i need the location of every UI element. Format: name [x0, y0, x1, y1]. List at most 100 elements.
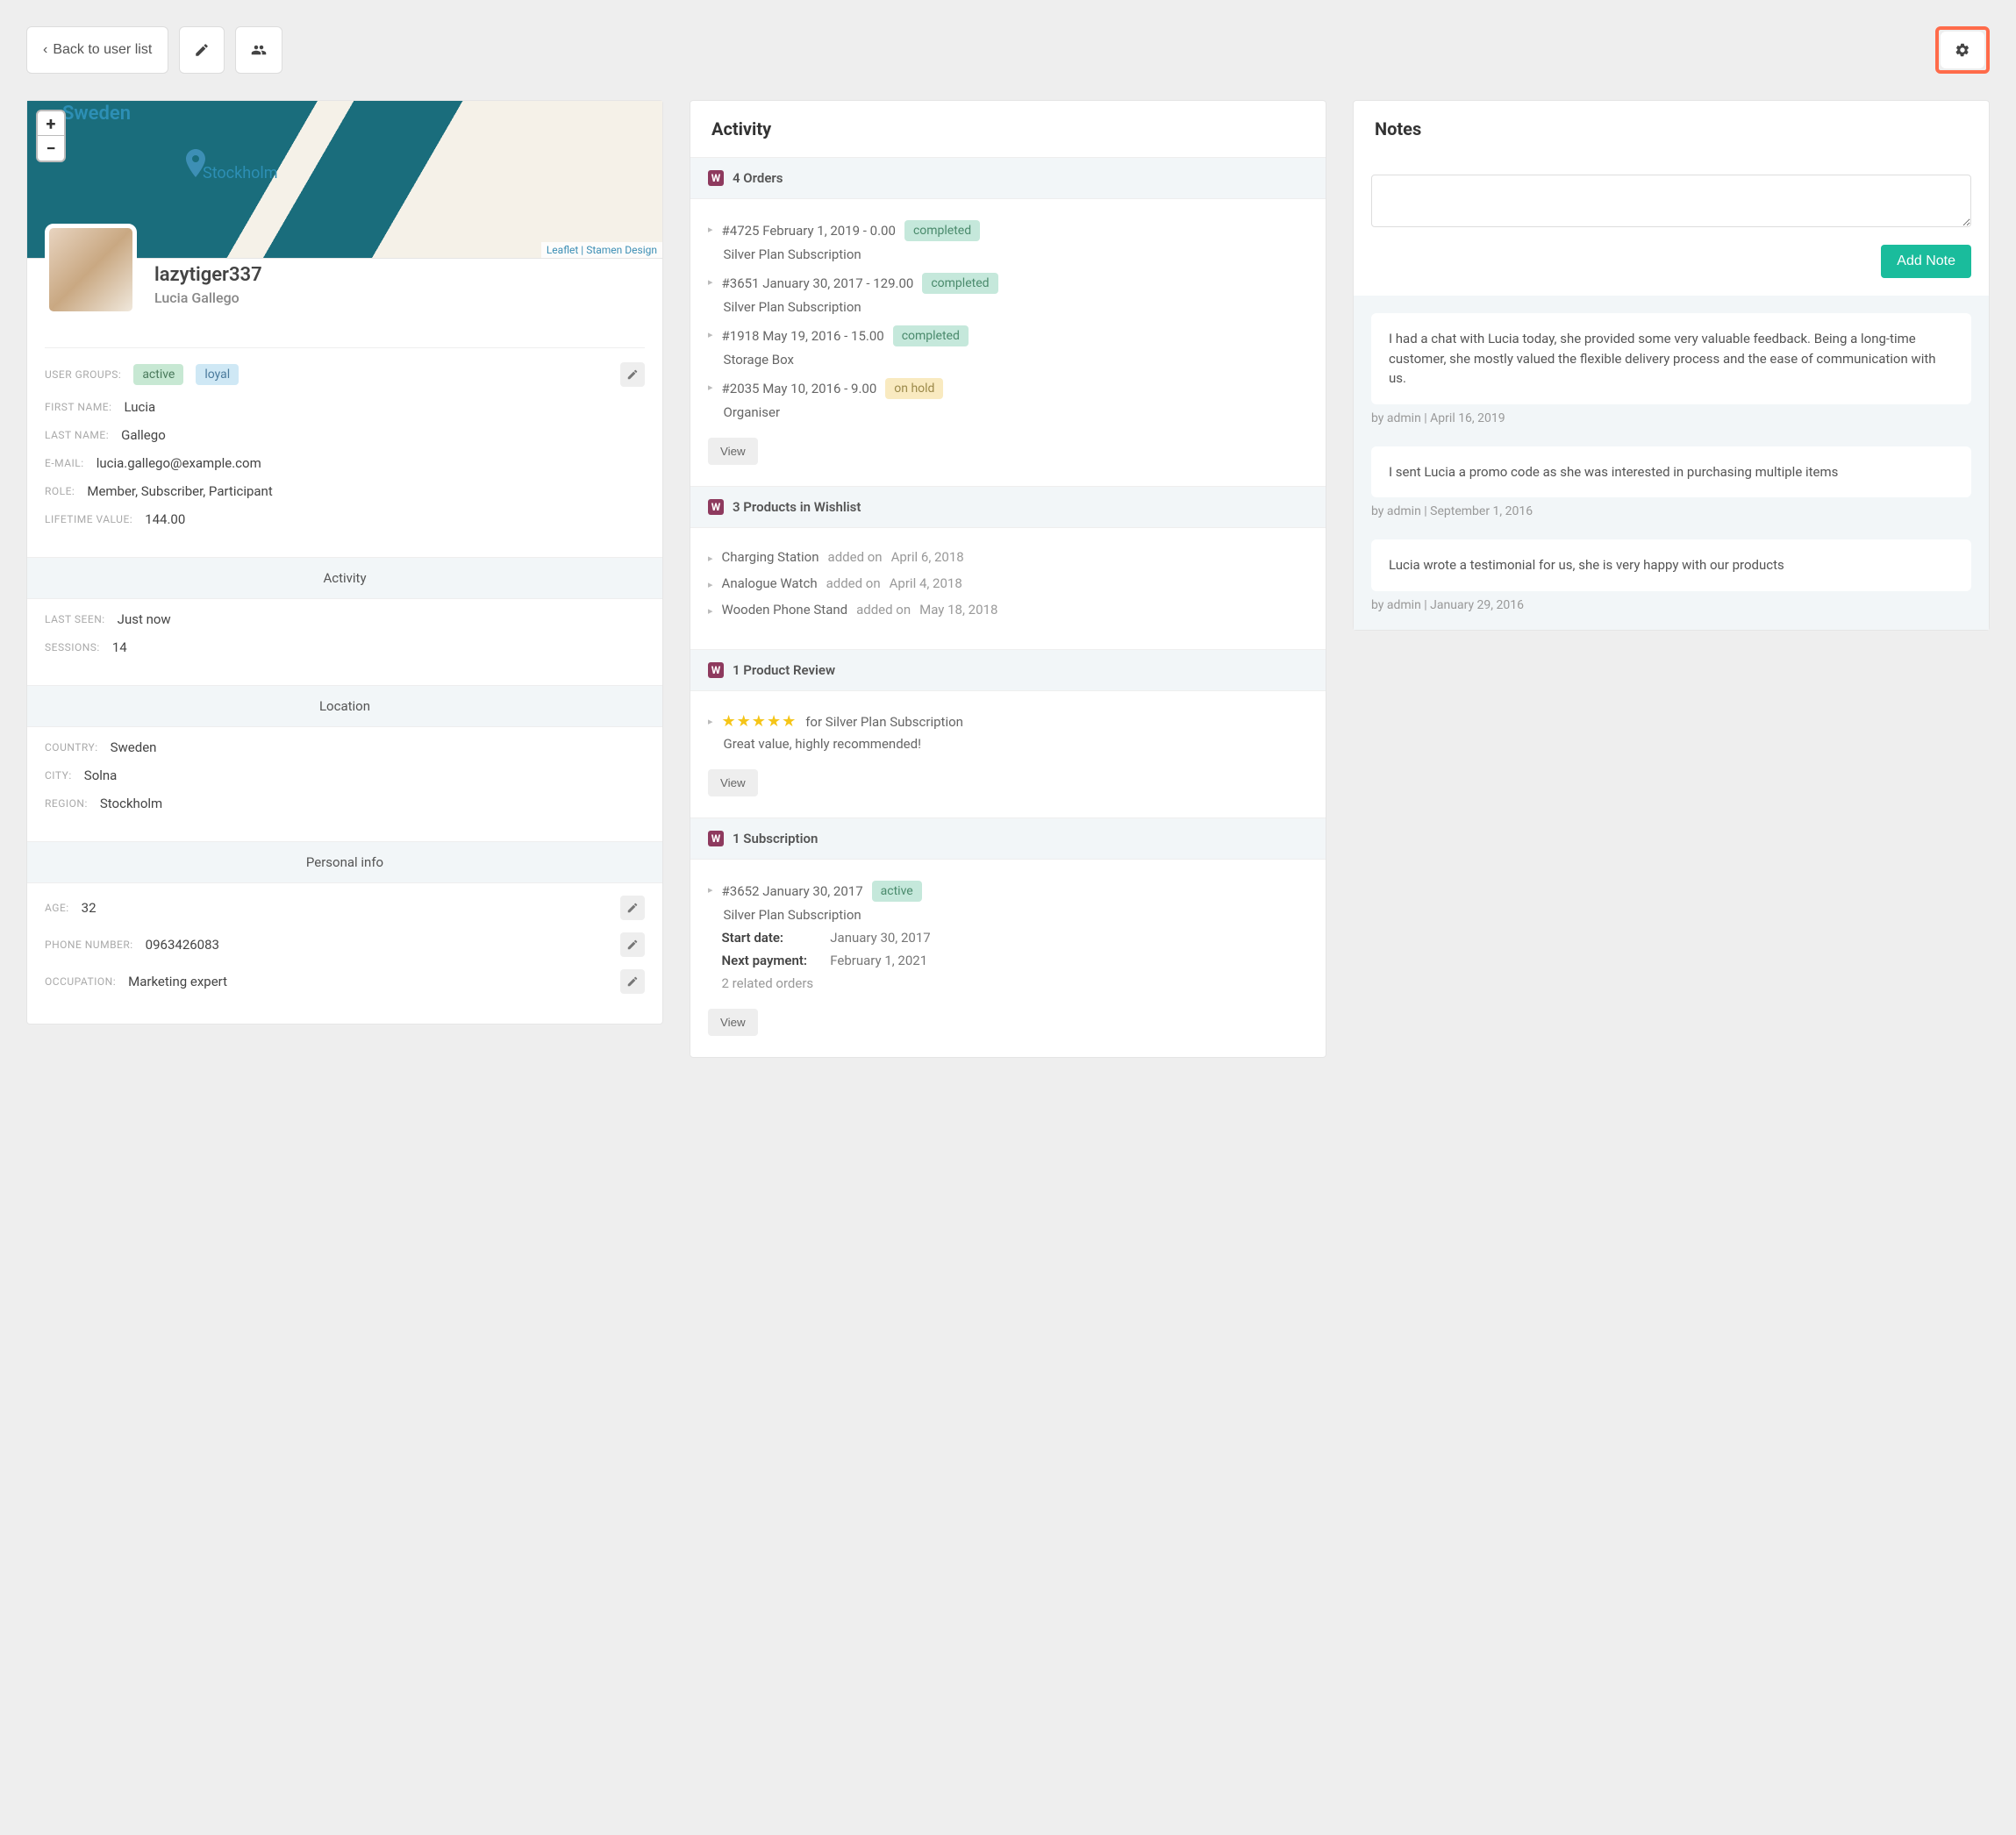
map-zoom-in[interactable]: +	[38, 111, 64, 136]
map-zoom-out[interactable]: −	[38, 136, 64, 161]
orders-header-text: 4 Orders	[733, 170, 783, 186]
view-subscriptions-button[interactable]: View	[708, 1009, 758, 1036]
age-label: AGE:	[45, 902, 69, 914]
avatar	[45, 224, 137, 316]
order-line: #1918 May 19, 2016 - 15.00	[722, 328, 884, 344]
order-status-badge: completed	[904, 220, 980, 241]
add-note-button[interactable]: Add Note	[1881, 245, 1971, 278]
wishlist-date: May 18, 2018	[919, 602, 997, 618]
pencil-icon	[626, 939, 639, 951]
wishlist-date: April 6, 2018	[891, 549, 964, 565]
subscription-status: active	[872, 881, 922, 902]
last-seen-value: Just now	[118, 611, 171, 627]
wishlist-item: ▸ Wooden Phone Stand added on May 18, 201…	[708, 602, 1308, 618]
order-item: ▸#1918 May 19, 2016 - 15.00completedStor…	[708, 325, 1308, 368]
top-bar: ‹ Back to user list	[26, 26, 1990, 74]
profile-card: Sweden + − Stockholm Leaflet | Stamen De…	[26, 100, 663, 1025]
caret-icon: ▸	[708, 276, 713, 288]
subscription-list: ▸ #3652 January 30, 2017 active Silver P…	[690, 860, 1326, 1057]
edit-groups-icon[interactable]	[620, 362, 645, 387]
full-name: Lucia Gallego	[154, 289, 262, 306]
order-desc: Storage Box	[722, 352, 1308, 368]
last-name-label: LAST NAME:	[45, 429, 109, 441]
review-list: ▸ ★★★★★ for Silver Plan Subscription Gre…	[690, 691, 1326, 818]
personal-header: Personal info	[27, 841, 662, 883]
caret-icon: ▸	[708, 716, 713, 727]
map-city-label: Stockholm	[203, 164, 278, 182]
last-name-value: Gallego	[121, 427, 166, 443]
wishlist-list: ▸Charging Station added on April 6, 2018…	[690, 528, 1326, 649]
edit-age-icon[interactable]	[620, 896, 645, 920]
note-item: Lucia wrote a testimonial for us, she is…	[1371, 539, 1971, 591]
city-label: CITY:	[45, 769, 72, 782]
phone-label: PHONE NUMBER:	[45, 939, 133, 951]
occupation-label: OCCUPATION:	[45, 975, 116, 988]
location-header: Location	[27, 685, 662, 727]
star-rating: ★★★★★	[722, 712, 797, 731]
subscription-line: #3652 January 30, 2017	[722, 883, 863, 899]
order-status-badge: completed	[922, 273, 997, 294]
region-label: REGION:	[45, 797, 88, 810]
woo-icon: W	[708, 831, 724, 846]
order-desc: Silver Plan Subscription	[722, 299, 1308, 315]
notes-card: Notes Add Note I had a chat with Lucia t…	[1353, 100, 1990, 631]
caret-icon: ▸	[708, 605, 713, 617]
ltv-value: 144.00	[145, 511, 185, 527]
order-line: #3651 January 30, 2017 - 129.00	[722, 275, 914, 291]
phone-value: 0963426083	[146, 937, 219, 953]
sessions-value: 14	[112, 639, 127, 655]
note-meta: by admin | January 29, 2016	[1371, 598, 1971, 612]
wishlist-item: ▸Charging Station added on April 6, 2018	[708, 549, 1308, 565]
wishlist-item: ▸Analogue Watch added on April 4, 2018	[708, 575, 1308, 591]
review-item: ▸ ★★★★★ for Silver Plan Subscription Gre…	[708, 712, 1308, 752]
review-for-text: for Silver Plan Subscription	[805, 714, 963, 730]
wishlist-product: Charging Station	[722, 549, 819, 565]
order-item: ▸ #3651 January 30, 2017 - 129.00 complete…	[708, 273, 1308, 315]
wishlist-date: April 4, 2018	[890, 575, 962, 591]
role-value: Member, Subscriber, Participant	[87, 483, 272, 499]
first-name-label: FIRST NAME:	[45, 401, 112, 413]
back-button[interactable]: ‹ Back to user list	[26, 26, 168, 74]
order-desc: Organiser	[722, 404, 1308, 420]
users-icon	[250, 42, 268, 58]
pencil-icon	[626, 368, 639, 381]
review-header-text: 1 Product Review	[733, 662, 835, 678]
edit-occupation-icon[interactable]	[620, 969, 645, 994]
related-orders: 2 related orders	[722, 975, 1308, 991]
back-label: Back to user list	[53, 42, 152, 58]
caret-icon: ▸	[708, 382, 713, 393]
users-button[interactable]	[235, 26, 282, 74]
caret-icon: ▸	[708, 329, 713, 340]
wishlist-added-text: added on	[826, 575, 881, 591]
wishlist-product: Wooden Phone Stand	[722, 602, 848, 618]
city-value: Solna	[84, 768, 118, 783]
age-value: 32	[82, 900, 97, 916]
order-item: ▸#4725 February 1, 2019 - 0.00completedS…	[708, 220, 1308, 262]
next-payment-label: Next payment:	[722, 953, 827, 968]
wishlist-added-text: added on	[828, 549, 883, 565]
edit-phone-icon[interactable]	[620, 932, 645, 957]
subscription-item: ▸ #3652 January 30, 2017 active Silver P…	[708, 881, 1308, 991]
order-status-badge: on hold	[885, 378, 943, 399]
next-payment-value: February 1, 2021	[830, 953, 927, 968]
review-section-header: W 1 Product Review	[690, 649, 1326, 691]
chevron-left-icon: ‹	[43, 42, 47, 58]
order-item: ▸#2035 May 10, 2016 - 9.00on holdOrganis…	[708, 378, 1308, 420]
note-meta: by admin | September 1, 2016	[1371, 504, 1971, 518]
view-orders-button[interactable]: View	[708, 438, 758, 465]
map-country-label: Sweden	[62, 103, 131, 125]
edit-button[interactable]	[179, 26, 225, 74]
view-reviews-button[interactable]: View	[708, 769, 758, 796]
country-label: COUNTRY:	[45, 741, 98, 753]
caret-icon: ▸	[708, 224, 713, 235]
wishlist-added-text: added on	[856, 602, 911, 618]
last-seen-label: LAST SEEN:	[45, 613, 105, 625]
group-active-badge: active	[133, 364, 183, 385]
group-loyal-badge: loyal	[196, 364, 239, 385]
email-label: E-MAIL:	[45, 457, 84, 469]
note-textarea[interactable]	[1371, 175, 1971, 227]
settings-button[interactable]	[1941, 32, 1984, 68]
occupation-value: Marketing expert	[128, 974, 227, 989]
activity-header: Activity	[27, 557, 662, 599]
role-label: ROLE:	[45, 485, 75, 497]
